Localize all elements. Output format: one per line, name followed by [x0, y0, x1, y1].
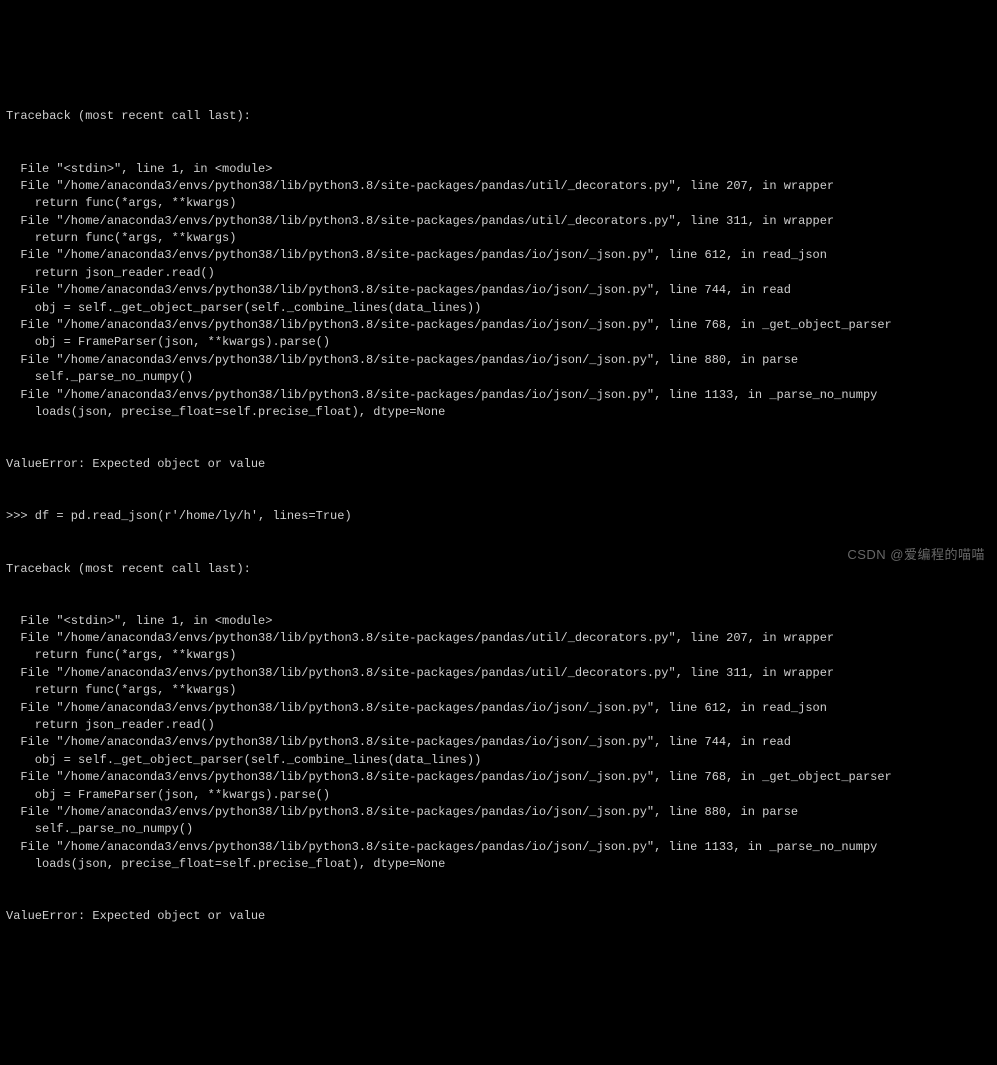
traceback-code-line: self._parse_no_numpy(): [6, 821, 991, 838]
terminal-output[interactable]: Traceback (most recent call last): File …: [6, 74, 991, 944]
traceback-code-line: obj = FrameParser(json, **kwargs).parse(…: [6, 334, 991, 351]
traceback-file-line: File "/home/anaconda3/envs/python38/lib/…: [6, 769, 991, 786]
traceback-file-line: File "/home/anaconda3/envs/python38/lib/…: [6, 317, 991, 334]
watermark-text: CSDN @爱编程的喵喵: [847, 546, 985, 565]
traceback-code-line: loads(json, precise_float=self.precise_f…: [6, 856, 991, 873]
traceback-code-line: return json_reader.read(): [6, 717, 991, 734]
traceback-code-line: return func(*args, **kwargs): [6, 195, 991, 212]
traceback-code-line: obj = self._get_object_parser(self._comb…: [6, 752, 991, 769]
traceback-file-line: File "/home/anaconda3/envs/python38/lib/…: [6, 700, 991, 717]
traceback-file-line: File "/home/anaconda3/envs/python38/lib/…: [6, 352, 991, 369]
traceback-file-line: File "/home/anaconda3/envs/python38/lib/…: [6, 734, 991, 751]
traceback-code-line: return json_reader.read(): [6, 265, 991, 282]
traceback-file-line: File "<stdin>", line 1, in <module>: [6, 161, 991, 178]
error-line: ValueError: Expected object or value: [6, 456, 991, 473]
traceback-file-line: File "/home/anaconda3/envs/python38/lib/…: [6, 178, 991, 195]
repl-prompt-line: >>> df = pd.read_json(r'/home/ly/h', lin…: [6, 508, 991, 525]
traceback-code-line: obj = self._get_object_parser(self._comb…: [6, 300, 991, 317]
traceback-file-line: File "/home/anaconda3/envs/python38/lib/…: [6, 213, 991, 230]
traceback-file-line: File "/home/anaconda3/envs/python38/lib/…: [6, 282, 991, 299]
traceback-file-line: File "/home/anaconda3/envs/python38/lib/…: [6, 630, 991, 647]
traceback-file-line: File "/home/anaconda3/envs/python38/lib/…: [6, 665, 991, 682]
traceback-frames-2: File "<stdin>", line 1, in <module> File…: [6, 613, 991, 874]
traceback-code-line: loads(json, precise_float=self.precise_f…: [6, 404, 991, 421]
traceback-file-line: File "<stdin>", line 1, in <module>: [6, 613, 991, 630]
traceback-code-line: return func(*args, **kwargs): [6, 647, 991, 664]
traceback-frames-1: File "<stdin>", line 1, in <module> File…: [6, 161, 991, 422]
traceback-header: Traceback (most recent call last):: [6, 108, 991, 125]
traceback-code-line: obj = FrameParser(json, **kwargs).parse(…: [6, 787, 991, 804]
traceback-code-line: self._parse_no_numpy(): [6, 369, 991, 386]
error-line: ValueError: Expected object or value: [6, 908, 991, 925]
traceback-file-line: File "/home/anaconda3/envs/python38/lib/…: [6, 804, 991, 821]
traceback-file-line: File "/home/anaconda3/envs/python38/lib/…: [6, 247, 991, 264]
traceback-code-line: return func(*args, **kwargs): [6, 682, 991, 699]
traceback-file-line: File "/home/anaconda3/envs/python38/lib/…: [6, 839, 991, 856]
traceback-code-line: return func(*args, **kwargs): [6, 230, 991, 247]
traceback-file-line: File "/home/anaconda3/envs/python38/lib/…: [6, 387, 991, 404]
traceback-header: Traceback (most recent call last):: [6, 561, 991, 578]
